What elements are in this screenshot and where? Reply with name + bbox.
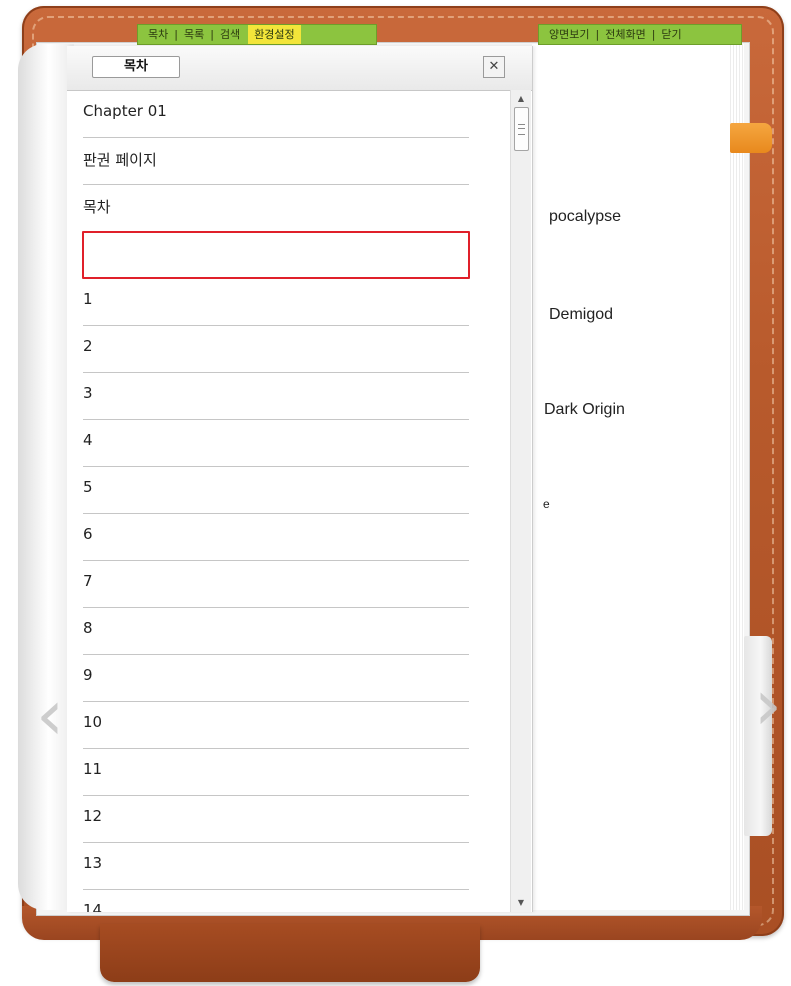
right-page-text: e bbox=[543, 497, 550, 511]
toc-item-label: 9 bbox=[83, 666, 93, 684]
toc-item[interactable]: 8 bbox=[83, 607, 469, 655]
toc-item-label: 10 bbox=[83, 713, 103, 731]
toc-item[interactable]: 5 bbox=[83, 466, 469, 514]
toc-item-label: 7 bbox=[83, 572, 93, 590]
toc-item[interactable]: 3 bbox=[83, 372, 469, 420]
top-menu-right: 양면보기 | 전체화면 | 닫기 bbox=[538, 24, 742, 45]
toc-item[interactable]: Chapter 01 bbox=[83, 90, 469, 138]
toc-item[interactable]: 6 bbox=[83, 513, 469, 561]
toc-item-selected[interactable] bbox=[82, 231, 470, 279]
toc-item-label: 11 bbox=[83, 760, 103, 778]
toc-item-label: 13 bbox=[83, 854, 103, 872]
right-page-text: pocalypse bbox=[549, 208, 622, 225]
toc-item[interactable]: 10 bbox=[83, 701, 469, 749]
toc-item-label: 12 bbox=[83, 807, 103, 825]
toc-item-label: 4 bbox=[83, 431, 93, 449]
menu-item-search[interactable]: 검색 bbox=[216, 25, 244, 44]
page-edges bbox=[728, 44, 744, 910]
toc-item[interactable]: 1 bbox=[83, 278, 469, 326]
menu-item-toc[interactable]: 목차 bbox=[144, 25, 172, 44]
right-page-text: Demigod bbox=[549, 306, 614, 323]
toc-panel: 목차 ✕ Chapter 01 판권 페이지 목차 1 2 3 4 5 6 7 8 9 10 11 12 13… bbox=[67, 46, 533, 912]
right-page-text: Dark Origin bbox=[544, 401, 625, 418]
right-page bbox=[532, 44, 728, 910]
top-menu-left: 목차 | 목록 | 검색 환경설정 bbox=[137, 24, 377, 45]
toc-item-label: 6 bbox=[83, 525, 93, 543]
toc-item-label: 목차 bbox=[83, 198, 111, 216]
menu-item-fullscreen[interactable]: 전체화면 bbox=[601, 25, 649, 44]
scroll-grip-icon bbox=[518, 124, 525, 135]
chevron-left-icon[interactable]: ‹ bbox=[36, 660, 64, 770]
toc-item[interactable]: 7 bbox=[83, 560, 469, 608]
toc-item[interactable]: 11 bbox=[83, 748, 469, 796]
toc-item-label: 14 bbox=[83, 901, 103, 912]
toc-item-label: 5 bbox=[83, 478, 93, 496]
toc-item[interactable]: 목차 bbox=[83, 184, 469, 232]
toc-title: 목차 bbox=[92, 56, 180, 78]
toc-item-label: 1 bbox=[83, 290, 93, 308]
toc-item[interactable]: 4 bbox=[83, 419, 469, 467]
menu-item-list[interactable]: 목록 bbox=[180, 25, 208, 44]
menu-item-close[interactable]: 닫기 bbox=[657, 25, 685, 44]
toc-item[interactable]: 2 bbox=[83, 325, 469, 373]
toc-list: Chapter 01 판권 페이지 목차 1 2 3 4 5 6 7 8 9 10 11 12 13 14 bbox=[67, 90, 512, 912]
bookmark-ribbon[interactable] bbox=[730, 123, 772, 153]
menu-item-two-page[interactable]: 양면보기 bbox=[545, 25, 593, 44]
toc-item[interactable]: 판권 페이지 bbox=[83, 137, 469, 185]
menu-item-settings[interactable]: 환경설정 bbox=[248, 25, 301, 44]
menu-separator: | bbox=[210, 28, 214, 41]
close-icon[interactable]: ✕ bbox=[483, 56, 505, 78]
cover-flap bbox=[100, 924, 480, 982]
menu-separator: | bbox=[651, 28, 656, 41]
left-page-curl bbox=[18, 44, 74, 910]
toc-item-label: Chapter 01 bbox=[83, 102, 167, 120]
menu-separator: | bbox=[174, 28, 178, 41]
toc-item[interactable]: 14 bbox=[83, 889, 469, 912]
scroll-up-arrow[interactable]: ▲ bbox=[511, 92, 531, 106]
toc-item[interactable]: 9 bbox=[83, 654, 469, 702]
toc-item[interactable]: 13 bbox=[83, 842, 469, 890]
toc-item-label: 판권 페이지 bbox=[83, 151, 157, 169]
toc-item-label: 3 bbox=[83, 384, 93, 402]
toc-header: 목차 ✕ bbox=[67, 46, 532, 91]
toc-item[interactable]: 12 bbox=[83, 795, 469, 843]
chevron-right-icon[interactable]: › bbox=[754, 650, 782, 760]
toc-scrollbar[interactable]: ▲ ▼ bbox=[510, 90, 531, 912]
toc-item-label: 8 bbox=[83, 619, 93, 637]
menu-separator: | bbox=[595, 28, 600, 41]
toc-item-label: 2 bbox=[83, 337, 93, 355]
scroll-thumb[interactable] bbox=[514, 107, 529, 151]
scroll-down-arrow[interactable]: ▼ bbox=[511, 896, 531, 910]
